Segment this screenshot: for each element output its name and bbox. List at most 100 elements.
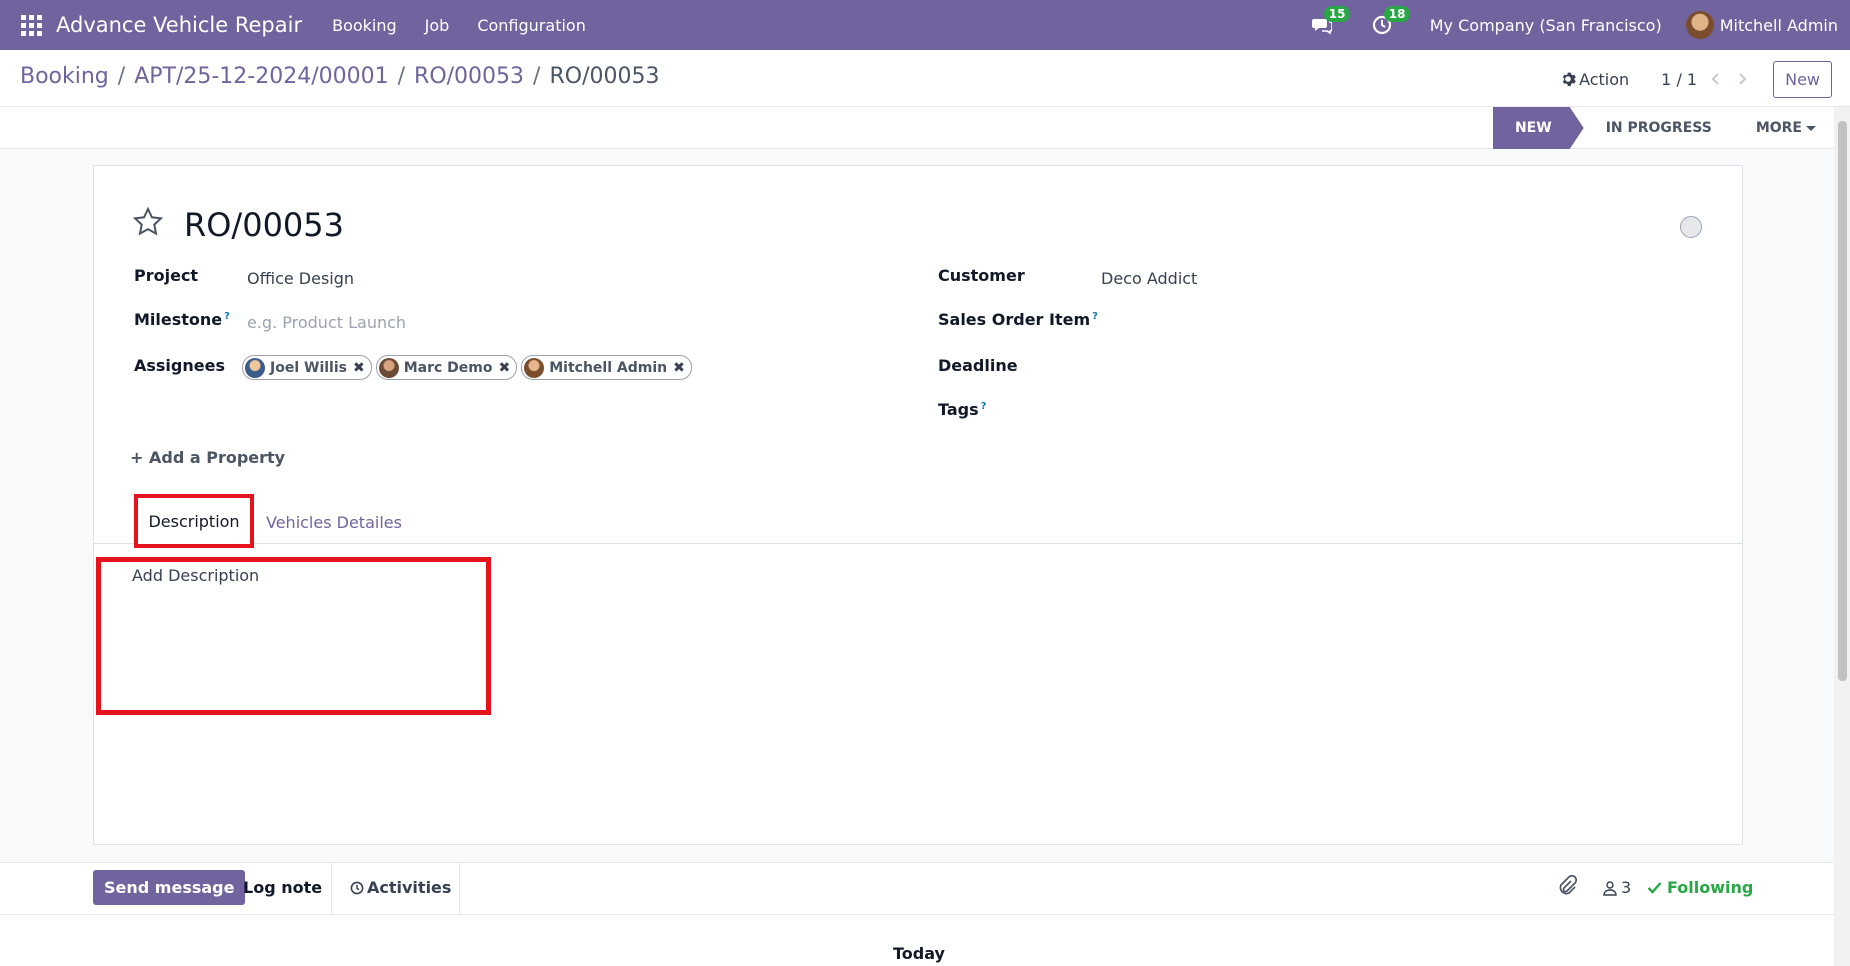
sales-order-item-label: Sales Order Item? (938, 310, 1098, 329)
pager-value[interactable]: 1 / 1 (1661, 70, 1697, 89)
clock-icon (350, 881, 364, 894)
assignee-tag[interactable]: Marc Demo ✖ (375, 355, 518, 380)
divider (0, 862, 1834, 863)
sales-order-item-label-text: Sales Order Item (938, 310, 1091, 329)
form-sheet: RO/00053 Project Office Design Milestone… (93, 165, 1743, 845)
description-editor[interactable]: Add Description (132, 566, 259, 585)
user-menu[interactable]: Mitchell Admin (1720, 16, 1838, 35)
avatar (245, 357, 265, 378)
send-message-button[interactable]: Send message (93, 870, 246, 905)
assignee-name: Mitchell Admin (549, 359, 668, 376)
assignee-name: Marc Demo (403, 359, 493, 376)
pager-next-button[interactable] (1733, 70, 1751, 88)
breadcrumb-separator: / (533, 64, 541, 89)
gear-icon (1562, 72, 1576, 86)
stage-selector: NEW IN PROGRESS MORE (1493, 107, 1836, 149)
remove-icon[interactable]: ✖ (673, 360, 685, 376)
action-menu-button[interactable]: Action (1560, 70, 1629, 89)
record-title[interactable]: RO/00053 (184, 206, 344, 244)
date-separator: Today (893, 944, 945, 963)
stage-more-dropdown[interactable]: MORE (1734, 107, 1836, 149)
breadcrumb-current: RO/00053 (549, 64, 660, 89)
paperclip-icon[interactable] (1556, 875, 1578, 897)
project-field[interactable]: Office Design (247, 269, 354, 288)
user-avatar[interactable] (1685, 11, 1714, 39)
activities-button[interactable]: Activities (350, 878, 451, 897)
caret-down-icon (1806, 125, 1816, 131)
milestone-label-text: Milestone (134, 310, 223, 329)
breadcrumb-appointment[interactable]: APT/25-12-2024/00001 (134, 64, 388, 89)
chevron-right-icon (1739, 73, 1747, 85)
stage-in-progress[interactable]: IN PROGRESS (1584, 107, 1734, 149)
menu-item-job[interactable]: Job (425, 16, 450, 35)
stage-new[interactable]: NEW (1493, 107, 1584, 149)
project-label: Project (134, 266, 199, 285)
plus-icon: + (130, 448, 144, 467)
add-property-button[interactable]: + Add a Property (130, 448, 285, 467)
breadcrumb: Booking / APT/25-12-2024/00001 / RO/0005… (20, 64, 659, 89)
breadcrumb-separator: / (397, 64, 406, 89)
customer-label: Customer (938, 266, 1025, 285)
company-switcher[interactable]: My Company (San Francisco) (1430, 16, 1662, 35)
apps-grid-icon[interactable] (20, 14, 42, 36)
tabs-divider (94, 543, 1742, 544)
page-scrollbar[interactable] (1834, 107, 1850, 966)
activities-count-badge: 18 (1383, 6, 1411, 22)
breadcrumb-separator: / (117, 64, 126, 89)
assignee-name: Joel Willis (270, 359, 347, 376)
avatar (524, 357, 545, 378)
control-panel-actions: Action 1 / 1 New (1560, 58, 1850, 100)
customer-field[interactable]: Deco Addict (1101, 269, 1197, 288)
kanban-state-toggle[interactable] (1680, 216, 1702, 238)
followers-count: 3 (1621, 878, 1632, 897)
tags-field[interactable] (1101, 400, 1701, 424)
help-tooltip-icon[interactable]: ? (224, 311, 230, 322)
chevron-left-icon (1711, 73, 1719, 85)
control-panel: Booking / APT/25-12-2024/00001 / RO/0005… (0, 50, 1850, 107)
pager-previous-button[interactable] (1707, 70, 1725, 88)
remove-icon[interactable]: ✖ (353, 360, 365, 376)
sales-order-item-field[interactable] (1101, 310, 1701, 334)
activities-button[interactable]: 18 (1370, 6, 1411, 37)
remove-icon[interactable]: ✖ (498, 360, 510, 376)
followers-button[interactable]: 3 (1602, 878, 1631, 897)
log-note-button[interactable]: Log note (243, 878, 322, 897)
scrollbar-thumb[interactable] (1838, 121, 1847, 681)
tab-vehicles-details[interactable]: Vehicles Detailes (266, 513, 402, 532)
messages-button[interactable]: 15 (1310, 6, 1351, 37)
breadcrumb-repair-order[interactable]: RO/00053 (414, 64, 524, 89)
deadline-label: Deadline (938, 356, 1018, 375)
new-record-button[interactable]: New (1773, 60, 1832, 98)
app-name[interactable]: Advance Vehicle Repair (56, 13, 302, 37)
navbar-systray: 15 18 My Company (San Francisco) Mitchel… (1310, 0, 1850, 50)
following-label: Following (1667, 878, 1754, 897)
form-statusbar: NEW IN PROGRESS MORE (0, 107, 1850, 149)
avatar (378, 357, 399, 378)
main-menu: Booking Job Configuration (332, 16, 614, 35)
activities-label: Activities (367, 878, 452, 897)
milestone-field[interactable]: e.g. Product Launch (247, 313, 406, 332)
tags-label-text: Tags (938, 400, 979, 419)
deadline-field[interactable] (1101, 356, 1701, 380)
milestone-label: Milestone? (134, 310, 230, 329)
help-tooltip-icon[interactable]: ? (981, 401, 987, 412)
tab-description[interactable]: Description (134, 494, 254, 548)
action-label: Action (1579, 69, 1630, 89)
breadcrumb-booking[interactable]: Booking (20, 64, 109, 89)
assignees-label: Assignees (134, 356, 225, 375)
more-label: MORE (1755, 120, 1802, 136)
assignee-tag[interactable]: Mitchell Admin ✖ (521, 355, 692, 380)
divider (459, 862, 460, 914)
chatter: Send message Log note Activities 3 Follo… (0, 862, 1834, 966)
tags-label: Tags? (938, 400, 986, 419)
add-property-label: Add a Property (148, 448, 286, 467)
menu-item-booking[interactable]: Booking (332, 16, 397, 35)
menu-item-configuration[interactable]: Configuration (477, 16, 586, 35)
messages-count-badge: 15 (1323, 6, 1351, 22)
following-button[interactable]: Following (1647, 878, 1753, 897)
assignees-field[interactable]: Joel Willis ✖ Marc Demo ✖ Mitchell Admin… (242, 355, 696, 380)
star-icon[interactable] (132, 206, 164, 238)
user-icon (1603, 880, 1617, 896)
assignee-tag[interactable]: Joel Willis ✖ (242, 355, 372, 380)
help-tooltip-icon[interactable]: ? (1092, 311, 1098, 322)
